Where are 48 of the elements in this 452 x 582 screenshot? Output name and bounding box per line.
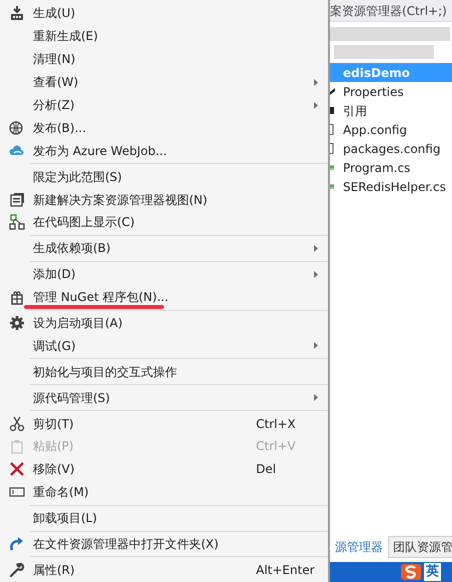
package-icon [8, 289, 24, 306]
shortcut-text: Del [256, 461, 276, 478]
input-method-icon[interactable] [400, 563, 422, 581]
menu-item[interactable]: 限定为此范围(S) [0, 165, 328, 188]
scissors-icon [8, 416, 24, 432]
menu-item[interactable]: 源代码管理(S) [0, 386, 328, 410]
menu-item[interactable]: 查看(W) [0, 70, 328, 94]
tree-item[interactable]: App.config [330, 120, 452, 139]
shortcut-text: Alt+Enter [256, 562, 315, 579]
menu-item[interactable]: 新建解决方案资源管理器视图(N) [0, 188, 328, 212]
wrench-icon [8, 562, 24, 578]
tree-item[interactable]: packages.config [330, 139, 452, 158]
tree-item[interactable]: SERedisHelper.cs [330, 177, 452, 196]
menu-item[interactable]: 生成(U) [0, 2, 328, 25]
tree-item[interactable]: 引用 [330, 101, 452, 120]
panel-title: 案资源管理器(Ctrl+;) [330, 0, 452, 22]
menu-item[interactable]: 重命名(M) [0, 480, 328, 504]
shortcut-text: Ctrl+V [256, 438, 296, 456]
close-icon [8, 461, 24, 478]
shortcut-text: Ctrl+X [256, 416, 296, 433]
menu-item[interactable]: 在代码图上显示(C) [0, 211, 328, 234]
settings-icon [8, 315, 24, 332]
menu-item[interactable]: 分析(Z) [0, 94, 328, 116]
menu-item[interactable]: 卸载项目(L) [0, 506, 328, 530]
menu-item[interactable]: 初始化与项目的交互式操作 [0, 360, 328, 384]
menu-item[interactable]: 设为启动项目(A) [0, 312, 328, 334]
menu-item[interactable]: 添加(D) [0, 262, 328, 286]
menu-item[interactable]: 剪切(T) Ctrl+X [0, 412, 328, 436]
menu-item[interactable]: 在文件资源管理器中打开文件夹(X) [0, 532, 328, 556]
window-icon [8, 192, 24, 208]
menu-item[interactable]: 属性(R) Alt+Enter [0, 558, 328, 582]
menu-item[interactable]: 发布为 Azure WebJob... [0, 139, 328, 162]
build-icon [8, 5, 24, 22]
clipboard-icon [8, 438, 24, 454]
input-mode-indicator[interactable]: 英 [424, 563, 441, 581]
panel-tab[interactable]: 团队资源管 [388, 536, 452, 558]
menu-item[interactable]: 重新生成(E) [0, 24, 328, 48]
menu-item[interactable]: 管理 NuGet 程序包(N)... [0, 286, 328, 309]
menu-item[interactable]: 移除(V) Del [0, 458, 328, 481]
diagram-icon [8, 214, 24, 230]
tree-item[interactable]: Program.cs [330, 158, 452, 177]
menu-item[interactable]: 生成依赖项(B) [0, 236, 328, 260]
tree-item[interactable]: Properties [330, 82, 452, 101]
redo-arrow-icon [8, 536, 24, 552]
menu-item[interactable]: 调试(G) [0, 334, 328, 358]
menu-item[interactable]: 发布(B)... [0, 116, 328, 140]
globe-icon [8, 120, 24, 136]
menu-item[interactable]: 清理(N) [0, 48, 328, 71]
